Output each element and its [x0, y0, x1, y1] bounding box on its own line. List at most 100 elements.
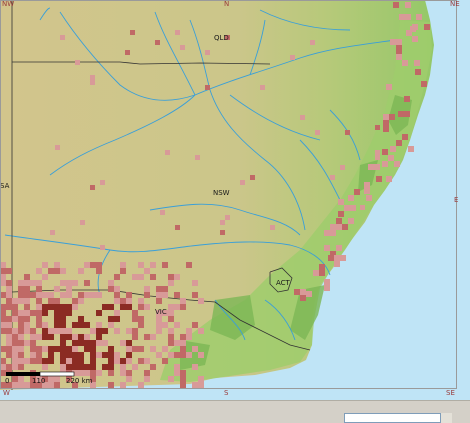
- occurrence-cell: [36, 268, 42, 274]
- occurrence-cell: [90, 262, 96, 268]
- occurrence-cell: [90, 370, 96, 376]
- occurrence-cell: [6, 328, 12, 334]
- occurrence-cell: [114, 352, 120, 358]
- occurrence-cell: [18, 310, 24, 316]
- occurrence-cell: [192, 346, 198, 352]
- occurrence-cell: [374, 164, 380, 170]
- occurrence-cell: [260, 85, 265, 90]
- occurrence-cell: [340, 165, 345, 170]
- occurrence-cell: [18, 382, 24, 388]
- occurrence-cell: [126, 376, 132, 382]
- occurrence-cell: [108, 322, 114, 328]
- occurrence-cell: [6, 340, 12, 346]
- occurrence-cell: [120, 340, 126, 346]
- occurrence-cell: [144, 286, 150, 292]
- occurrence-cell: [90, 364, 96, 370]
- occurrence-cell: [120, 298, 126, 304]
- occurrence-cell: [250, 175, 255, 180]
- occurrence-cell: [30, 358, 36, 364]
- combo-dropdown-icon[interactable]: [440, 413, 452, 423]
- occurrence-cell: [338, 199, 344, 205]
- occurrence-cell: [195, 155, 200, 160]
- occurrence-cell: [90, 185, 95, 190]
- occurrence-cell: [54, 382, 60, 388]
- occurrence-cell: [324, 285, 330, 291]
- occurrence-cell: [18, 334, 24, 340]
- occurrence-cell: [319, 270, 325, 276]
- occurrence-cell: [114, 316, 120, 322]
- map-panel[interactable]: QLD NSW SA VIC ACT NW N NE E W S SE 0 11…: [0, 0, 470, 400]
- label-sa: SA: [0, 182, 10, 190]
- species-distribution-map[interactable]: QLD NSW SA VIC ACT: [0, 0, 470, 400]
- occurrence-cell: [150, 364, 156, 370]
- occurrence-cell: [198, 352, 204, 358]
- occurrence-cell: [96, 370, 102, 376]
- occurrence-cell: [168, 334, 174, 340]
- occurrence-cell: [144, 376, 150, 382]
- compass-e: E: [454, 196, 459, 204]
- occurrence-cell: [126, 292, 132, 298]
- occurrence-cell: [24, 328, 30, 334]
- occurrence-cell: [42, 310, 48, 316]
- occurrence-cell: [174, 352, 180, 358]
- occurrence-cell: [96, 328, 102, 334]
- occurrence-cell: [300, 289, 306, 295]
- occurrence-cell: [66, 292, 72, 298]
- occurrence-cell: [330, 230, 336, 236]
- occurrence-cell: [120, 382, 126, 388]
- occurrence-cell: [18, 328, 24, 334]
- occurrence-cell: [54, 322, 60, 328]
- occurrence-cell: [414, 60, 420, 66]
- occurrence-cell: [205, 50, 210, 55]
- occurrence-cell: [78, 364, 84, 370]
- occurrence-cell: [324, 279, 330, 285]
- occurrence-cell: [30, 310, 36, 316]
- occurrence-cell: [412, 24, 418, 30]
- occurrence-cell: [60, 358, 66, 364]
- occurrence-cell: [36, 286, 42, 292]
- occurrence-cell: [342, 224, 348, 230]
- occurrence-cell: [114, 298, 120, 304]
- occurrence-cell: [375, 125, 380, 130]
- occurrence-cell: [48, 346, 54, 352]
- occurrence-cell: [78, 370, 84, 376]
- occurrence-cell: [324, 245, 330, 251]
- occurrence-cell: [180, 352, 186, 358]
- bottom-combo-box[interactable]: [344, 413, 452, 423]
- occurrence-cell: [126, 328, 132, 334]
- occurrence-cell: [84, 364, 90, 370]
- occurrence-cell: [336, 245, 342, 251]
- occurrence-cell: [144, 292, 150, 298]
- occurrence-cell: [24, 298, 30, 304]
- occurrence-cell: [114, 310, 120, 316]
- occurrence-cell: [42, 322, 48, 328]
- occurrence-cell: [421, 81, 427, 87]
- occurrence-cell: [48, 292, 54, 298]
- occurrence-cell: [72, 340, 78, 346]
- label-act: ACT: [276, 279, 291, 287]
- occurrence-cell: [18, 292, 24, 298]
- occurrence-cell: [30, 346, 36, 352]
- occurrence-cell: [36, 316, 42, 322]
- occurrence-cell: [270, 225, 275, 230]
- occurrence-cell: [174, 322, 180, 328]
- occurrence-cell: [96, 268, 102, 274]
- occurrence-cell: [6, 286, 12, 292]
- occurrence-cell: [174, 364, 180, 370]
- occurrence-cell: [42, 262, 48, 268]
- label-qld: QLD: [214, 34, 229, 42]
- occurrence-cell: [198, 298, 204, 304]
- occurrence-cell: [24, 382, 30, 388]
- occurrence-cell: [12, 334, 18, 340]
- occurrence-cell: [126, 370, 132, 376]
- occurrence-cell: [18, 364, 24, 370]
- occurrence-cell: [368, 164, 374, 170]
- occurrence-cell: [168, 274, 174, 280]
- occurrence-cell: [160, 210, 165, 215]
- occurrence-cell: [18, 346, 24, 352]
- occurrence-cell: [150, 334, 156, 340]
- occurrence-cell: [180, 298, 186, 304]
- occurrence-cell: [18, 352, 24, 358]
- occurrence-cell: [168, 352, 174, 358]
- occurrence-cell: [398, 111, 404, 117]
